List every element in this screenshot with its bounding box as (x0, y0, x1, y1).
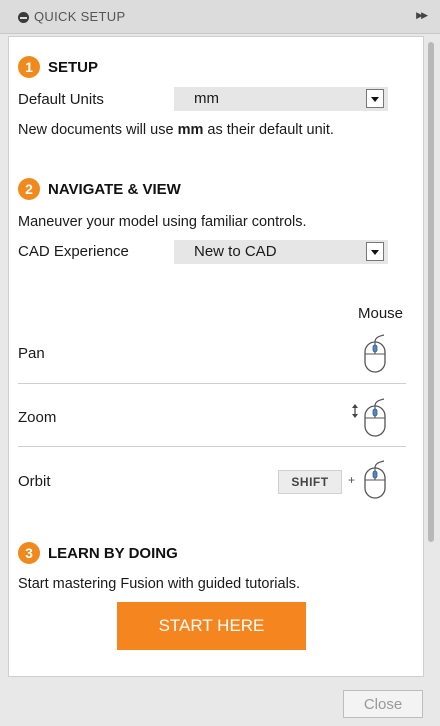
orbit-label: Orbit (18, 473, 51, 490)
navigate-heading: NAVIGATE & VIEW (48, 180, 181, 198)
start-here-button[interactable]: START HERE (117, 602, 306, 650)
row-divider (18, 383, 406, 384)
close-button[interactable]: Close (343, 690, 423, 718)
mouse-column-header: Mouse (358, 305, 404, 322)
step-1-badge: 1 (18, 56, 40, 78)
pan-label: Pan (18, 345, 45, 362)
zoom-label: Zoom (18, 409, 57, 426)
step-3-badge: 3 (18, 542, 40, 564)
step-2-badge: 2 (18, 178, 40, 200)
window-title: QUICK SETUP (34, 9, 126, 24)
default-units-label: Default Units (18, 91, 104, 108)
navigate-section-header: 2 NAVIGATE & VIEW (18, 178, 181, 200)
cad-experience-value: New to CAD (194, 243, 277, 260)
scrollbar-thumb[interactable] (428, 42, 434, 542)
title-bar: QUICK SETUP ▶▶ (0, 0, 440, 34)
units-note-unit: mm (177, 122, 204, 138)
cad-experience-label: CAD Experience (18, 243, 129, 260)
mouse-orbit-icon (364, 460, 386, 499)
learn-section-header: 3 LEARN BY DOING (18, 542, 178, 564)
shift-key-badge: SHIFT (278, 470, 342, 494)
units-note-suffix: as their default unit. (203, 122, 334, 138)
scrollbar[interactable] (428, 42, 434, 674)
units-note-prefix: New documents will use (18, 122, 178, 138)
default-units-select[interactable]: mm (174, 87, 388, 111)
learn-heading: LEARN BY DOING (48, 544, 178, 562)
mouse-scroll-icon (352, 398, 386, 437)
chevron-down-icon[interactable] (366, 242, 384, 261)
learn-description: Start mastering Fusion with guided tutor… (18, 576, 301, 592)
setup-section-header: 1 SETUP (18, 56, 98, 78)
plus-sign: + (348, 473, 356, 487)
row-divider (18, 446, 406, 447)
default-units-value: mm (194, 90, 219, 107)
setup-heading: SETUP (48, 58, 99, 76)
collapse-icon[interactable] (18, 12, 29, 23)
chevron-down-icon[interactable] (366, 89, 384, 108)
cad-experience-select[interactable]: New to CAD (174, 240, 388, 264)
expand-icon[interactable]: ▶▶ (416, 10, 428, 21)
mouse-pan-icon (364, 334, 386, 373)
navigate-description: Maneuver your model using familiar contr… (18, 214, 307, 230)
units-note: New documents will use mm as their defau… (18, 122, 334, 138)
